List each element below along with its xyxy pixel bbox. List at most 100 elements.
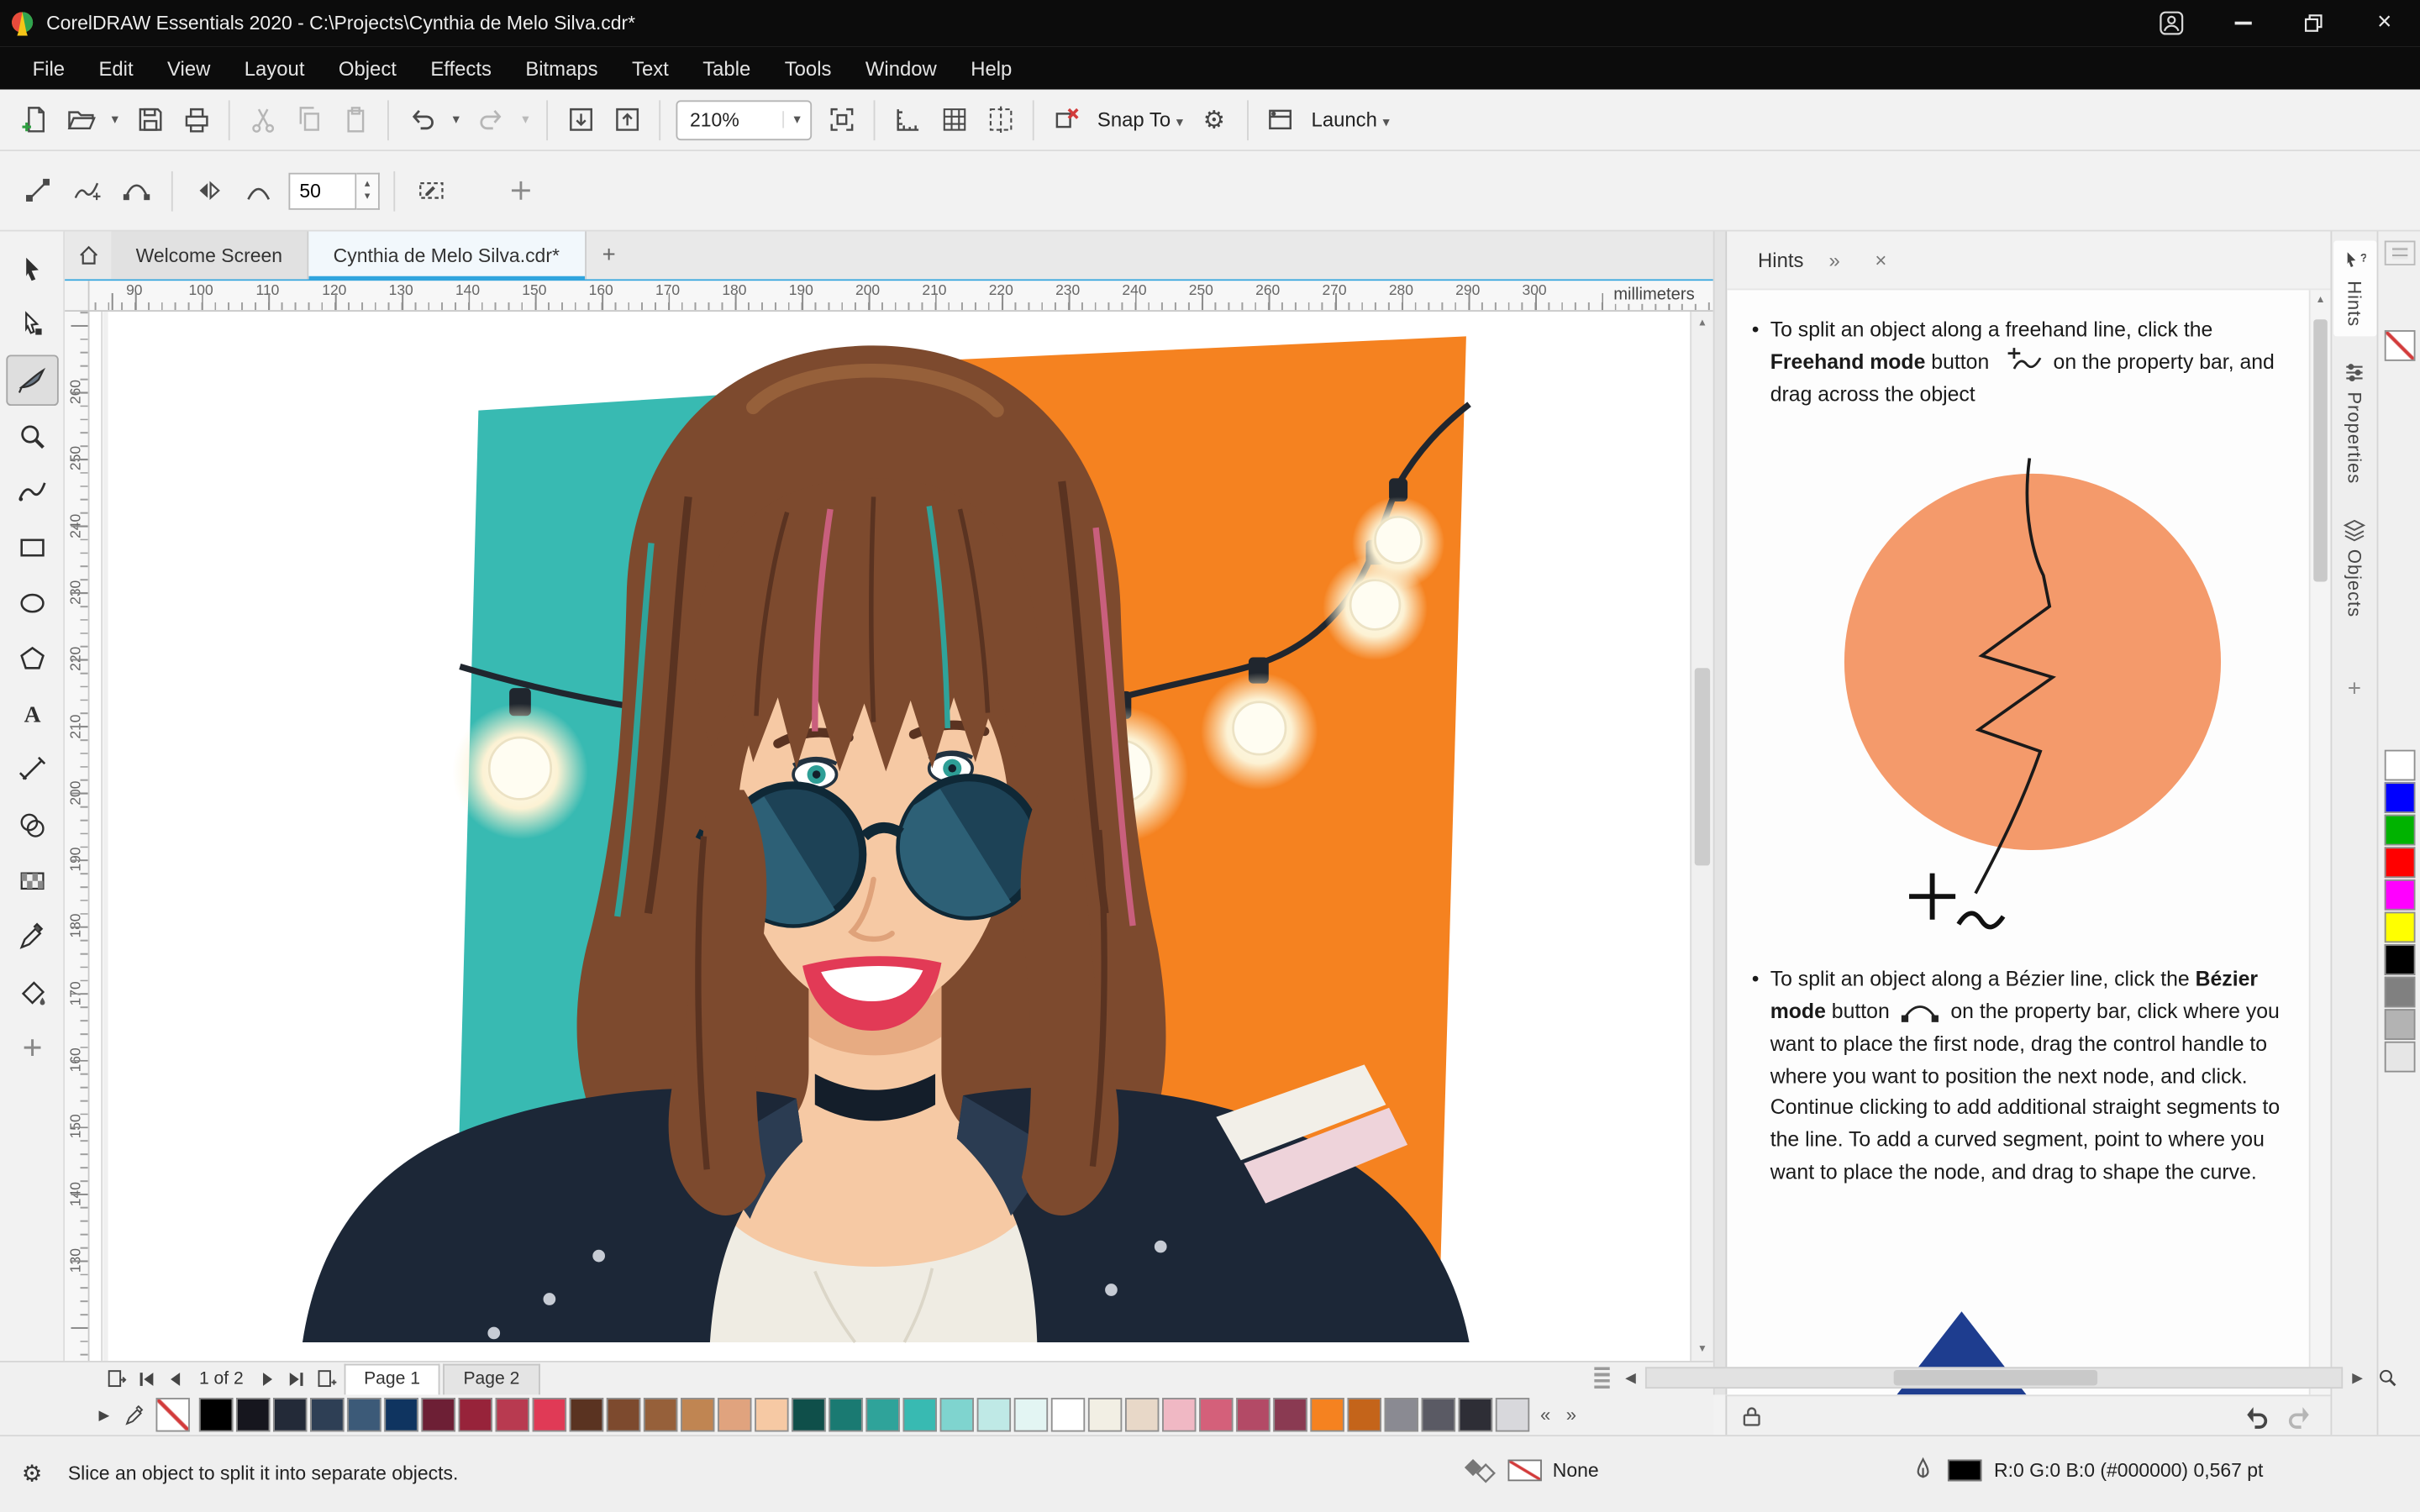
text-tool[interactable]: A [5,688,57,739]
palette-swatch[interactable] [2384,911,2416,943]
add-docker-button[interactable]: + [2348,675,2361,701]
ellipse-tool[interactable] [5,577,57,628]
palette-swatch[interactable] [273,1398,308,1432]
eyedropper-tool[interactable] [5,911,57,962]
ruler-origin-corner[interactable] [65,281,90,312]
show-rulers-button[interactable] [886,98,929,141]
scroll-right-icon[interactable]: ▶ [2343,1364,2372,1392]
palette-swatch[interactable] [2384,976,2416,1008]
palette-swatch[interactable] [829,1398,863,1432]
lock-icon[interactable] [1739,1404,1764,1428]
tab-welcome-screen[interactable]: Welcome Screen [111,231,309,280]
knife-2point-mode-button[interactable] [15,169,58,212]
palette-swatch[interactable] [681,1398,715,1432]
palette-scroll-right[interactable]: » [1559,1404,1585,1425]
shaping-tool[interactable] [5,799,57,850]
hints-scrollbar[interactable]: ▲ ▼ [2308,290,2331,1395]
drawing-canvas[interactable] [89,312,1691,1361]
palette-swatch[interactable] [2384,944,2416,975]
add-page-button[interactable] [312,1365,341,1393]
close-button[interactable]: × [2349,0,2420,46]
pan-zoom-button[interactable] [2372,1364,2402,1392]
export-button[interactable] [605,98,648,141]
v-scroll-thumb[interactable] [1694,668,1711,866]
palette-swatch[interactable] [1421,1398,1456,1432]
palette-swatch[interactable] [755,1398,789,1432]
palette-scroll-up[interactable] [2384,240,2416,265]
palette-swatch[interactable] [1050,1398,1086,1432]
scroll-left-icon[interactable]: ◀ [1616,1364,1645,1392]
hints-scroll-thumb[interactable] [2313,319,2328,582]
copy-button[interactable] [287,98,330,141]
palette-swatch[interactable] [718,1398,752,1432]
save-button[interactable] [128,98,171,141]
menu-file[interactable]: File [15,49,82,87]
palette-swatch[interactable] [1347,1398,1381,1432]
knife-tool[interactable] [5,354,58,407]
fullscreen-preview-button[interactable] [819,98,862,141]
palette-swatch[interactable] [865,1398,900,1432]
palette-eyedropper-button[interactable] [124,1404,147,1427]
rectangle-tool[interactable] [5,522,57,573]
palette-swatch[interactable] [2384,782,2416,813]
open-button[interactable] [59,98,102,141]
tab-page-2[interactable]: Page 2 [443,1362,540,1394]
zoom-level-select[interactable]: 210% ▾ [676,99,813,140]
last-page-button[interactable] [282,1365,312,1393]
palette-swatch[interactable] [2384,1009,2416,1040]
show-guidelines-button[interactable] [978,98,1021,141]
scroll-up-icon[interactable]: ▲ [2311,290,2331,313]
h-scroll-thumb[interactable] [1893,1370,2098,1386]
scrollbar-splitter-handle[interactable] [1594,1367,1610,1389]
dimension-tool[interactable] [5,743,57,795]
palette-swatch[interactable] [2384,1041,2416,1073]
palette-swatch[interactable] [2384,749,2416,781]
import-button[interactable] [559,98,602,141]
cut-button[interactable] [241,98,284,141]
menu-bitmaps[interactable]: Bitmaps [508,49,615,87]
menu-help[interactable]: Help [954,49,1029,87]
palette-scroll-left[interactable]: « [1533,1404,1559,1425]
smoothing-stepper[interactable]: ▴ ▾ [356,171,380,209]
palette-swatch[interactable] [310,1398,345,1432]
palette-swatch[interactable] [569,1398,604,1432]
redo-dropdown[interactable]: ▾ [515,98,535,141]
tab-document[interactable]: Cynthia de Melo Silva.cdr* [308,231,587,280]
palette-swatch[interactable] [976,1398,1012,1432]
options-button[interactable]: ⚙ [1192,98,1235,141]
show-grid-button[interactable] [932,98,975,141]
status-settings-gear-icon[interactable]: ⚙ [22,1460,43,1487]
paste-button[interactable] [334,98,376,141]
palette-swatch[interactable] [1087,1398,1123,1432]
home-button[interactable] [65,232,111,280]
menu-window[interactable]: Window [849,49,954,87]
docker-splitter[interactable] [1712,231,1726,1395]
menu-layout[interactable]: Layout [228,49,322,87]
menu-object[interactable]: Object [322,49,413,87]
palette-swatch[interactable] [1273,1398,1307,1432]
menu-edit[interactable]: Edit [82,49,150,87]
snap-to-dropdown[interactable]: Snap To ▾ [1092,108,1190,132]
docker-collapse-icon[interactable]: » [1819,249,1850,272]
knife-freehand-mode-button[interactable] [65,169,108,212]
docker-tab-objects[interactable]: Objects [2333,508,2375,626]
shape-tool[interactable] [5,299,57,350]
launch-dropdown[interactable]: Launch ▾ [1305,108,1396,132]
maximize-button[interactable] [2278,0,2349,46]
zoom-tool[interactable] [5,411,57,462]
palette-swatch[interactable] [495,1398,529,1432]
tab-page-1[interactable]: Page 1 [344,1362,440,1394]
smoothing-input[interactable] [288,171,357,209]
palette-swatch[interactable] [792,1398,826,1432]
menu-effects[interactable]: Effects [413,49,508,87]
palette-swatch[interactable] [532,1398,567,1432]
pick-tool[interactable] [5,244,57,295]
palette-swatch[interactable] [458,1398,492,1432]
next-page-button[interactable] [253,1365,282,1393]
open-dropdown[interactable]: ▾ [105,98,125,141]
palette-swatch[interactable] [2384,847,2416,879]
polygon-tool[interactable] [5,633,57,684]
palette-swatch[interactable] [1458,1398,1493,1432]
palette-swatch[interactable] [236,1398,271,1432]
palette-swatch[interactable] [1495,1398,1530,1432]
